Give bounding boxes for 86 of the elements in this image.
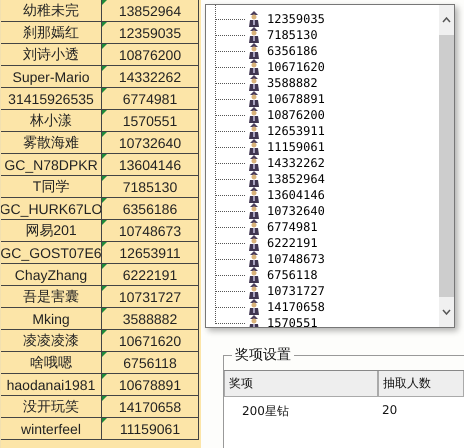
table-cell: 雾散海难 xyxy=(1,132,102,154)
table-cell: ChayZhang xyxy=(1,264,102,286)
table-cell: 刹那嫣红 xyxy=(1,22,102,44)
tree-item[interactable]: 6356186 xyxy=(267,44,318,58)
tree-item[interactable]: 6774981 xyxy=(267,220,318,234)
person-icon xyxy=(247,187,261,203)
table-cell: 刘诗小透 xyxy=(1,44,102,66)
tree-item[interactable]: 10731727 xyxy=(267,284,325,298)
table-cell-text: 20 xyxy=(381,402,398,419)
table-cell: 10748673 xyxy=(102,220,199,242)
table-cell: 10876200 xyxy=(102,44,199,66)
person-icon xyxy=(247,155,261,171)
column-header[interactable]: 抽取人数 xyxy=(378,371,464,397)
table-cell: 6222191 xyxy=(102,264,199,286)
table-cell: haodanai1981 xyxy=(1,374,102,396)
tree-item[interactable]: 13852964 xyxy=(267,172,325,186)
table-cell: 凌凌凌漆 xyxy=(1,330,102,352)
table-cell: 13852964 xyxy=(102,0,199,22)
table-cell: 没开玩笑 xyxy=(1,396,102,418)
person-icon xyxy=(247,203,261,219)
table-cell: 12653911 xyxy=(102,242,199,264)
person-icon xyxy=(247,91,261,107)
group-title: 奖项设置 xyxy=(232,346,294,364)
table-cell: 14170658 xyxy=(102,396,199,418)
table-cell: GC_N78DPKR xyxy=(1,154,102,176)
tree-item[interactable]: 12359035 xyxy=(267,12,325,26)
person-icon xyxy=(247,11,261,27)
person-icon xyxy=(247,315,261,327)
tree-item[interactable]: 10876200 xyxy=(267,108,325,122)
person-icon xyxy=(247,75,261,91)
table-cell: 12359035 xyxy=(102,22,199,44)
person-icon xyxy=(247,27,261,43)
person-icon xyxy=(247,139,261,155)
table-cell: 11159061 xyxy=(102,418,199,440)
table-cell: 13604146 xyxy=(102,154,199,176)
table-cell-text: 200星钻 xyxy=(241,403,290,420)
table-cell: Super-Mario xyxy=(1,66,102,88)
scroll-thumb[interactable] xyxy=(439,35,454,297)
tree-item[interactable]: 7185130 xyxy=(267,28,318,42)
table-cell: GC_GOST07E6 xyxy=(1,242,102,264)
table-cell: 吾是害囊 xyxy=(1,286,102,308)
table-cell: 31415926535 xyxy=(1,88,102,110)
table-cell: 林小漾 xyxy=(1,110,102,132)
table-cell: Mking xyxy=(1,308,102,330)
table-cell: 10671620 xyxy=(102,330,199,352)
column-header[interactable]: 奖项 xyxy=(224,371,378,397)
tree-item[interactable]: 3588882 xyxy=(267,76,318,90)
tree-item[interactable]: 10678891 xyxy=(267,92,325,106)
tree-item[interactable]: 10748673 xyxy=(267,252,325,266)
table-cell: 啥哦嗯 xyxy=(1,352,102,374)
table-cell: 6774981 xyxy=(102,88,199,110)
tree-item[interactable]: 14332262 xyxy=(267,156,325,170)
tree-item[interactable]: 10671620 xyxy=(267,60,325,74)
tree-item[interactable]: 14170658 xyxy=(267,300,325,314)
person-icon xyxy=(247,171,261,187)
person-icon xyxy=(247,43,261,59)
person-icon xyxy=(247,123,261,139)
table-cell: 6356186 xyxy=(102,198,199,220)
tree-item[interactable]: 13604146 xyxy=(267,188,325,202)
person-icon xyxy=(247,283,261,299)
table-cell: winterfeel xyxy=(1,418,102,440)
scrollbar[interactable] xyxy=(439,5,454,327)
tree-item[interactable]: 1570551 xyxy=(267,316,318,327)
person-icon xyxy=(247,251,261,267)
person-icon xyxy=(247,107,261,123)
table-cell: 10732640 xyxy=(102,132,199,154)
table-cell: 1570551 xyxy=(102,110,199,132)
table-cell: 14332262 xyxy=(102,66,199,88)
person-icon xyxy=(247,267,261,283)
tree-item[interactable]: 12653911 xyxy=(267,124,325,138)
person-icon xyxy=(247,235,261,251)
person-icon xyxy=(247,59,261,75)
tree-item[interactable]: 6222191 xyxy=(267,236,318,250)
person-icon xyxy=(247,299,261,315)
table-cell: 6756118 xyxy=(102,352,199,374)
table-cell: 网易201 xyxy=(1,220,102,242)
table-cell: 幼稚未完 xyxy=(1,0,102,22)
tree-item[interactable]: 11159061 xyxy=(267,140,325,154)
person-icon xyxy=(247,219,261,235)
table-cell: 10731727 xyxy=(102,286,199,308)
table-cell: 7185130 xyxy=(102,176,199,198)
table-cell: 10678891 xyxy=(102,374,199,396)
table-cell: T同学 xyxy=(1,176,102,198)
tree-item[interactable]: 10732640 xyxy=(267,204,325,218)
tree-item[interactable]: 6756118 xyxy=(267,268,318,282)
table-cell: 3588882 xyxy=(102,308,199,330)
